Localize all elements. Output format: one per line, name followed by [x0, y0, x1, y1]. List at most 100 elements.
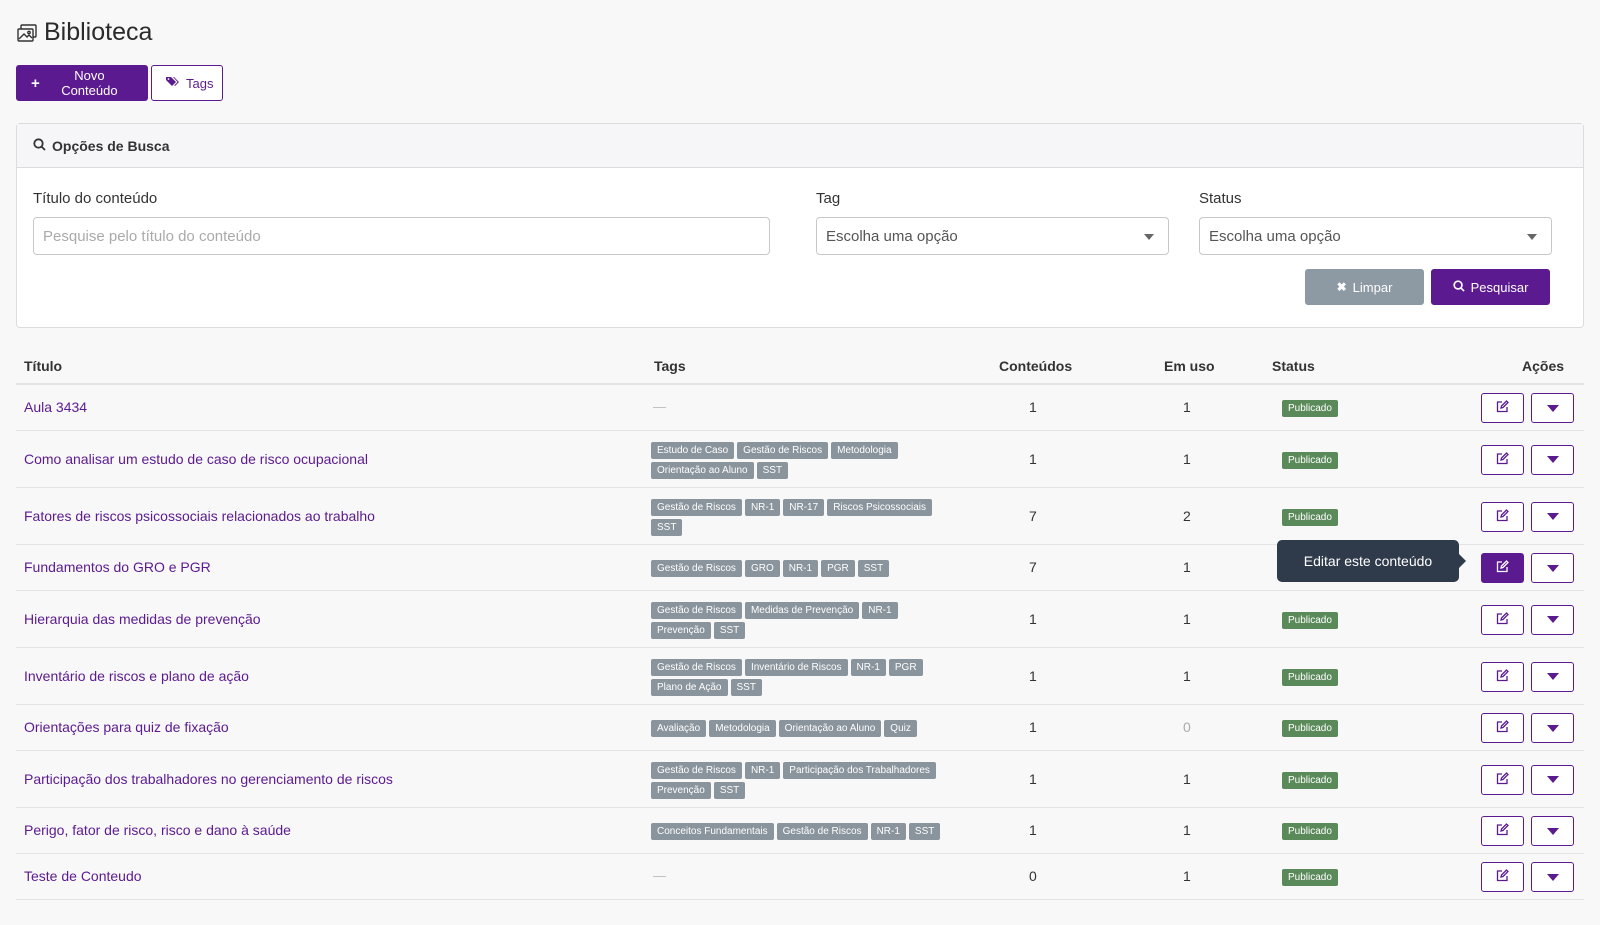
status-badge: Publicado [1282, 451, 1338, 469]
tag-list: Gestão de Riscos GRO NR-1 PGR SST [651, 560, 951, 577]
content-table: Título Tags Conteúdos Em uso Status Açõe… [16, 350, 1584, 900]
tags-button[interactable]: Tags [151, 65, 223, 101]
tag-badge: SST [713, 781, 746, 799]
search-label: Pesquisar [1470, 279, 1529, 295]
tag-badge: SST [713, 621, 746, 639]
contents-count: 1 [1029, 399, 1037, 415]
actions-dropdown-button[interactable] [1531, 661, 1574, 692]
tag-list: Gestão de Riscos Medidas de Prevenção NR-1… [651, 601, 951, 639]
status-select[interactable]: Escolha uma opção [1199, 217, 1552, 255]
tag-badge: Quiz [884, 720, 917, 737]
tag-badge: NR-1 [744, 761, 781, 779]
tooltip-text: Editar este conteúdo [1303, 553, 1433, 569]
table-row: Teste de Conteudo — 0 1 Publicado [16, 854, 1584, 900]
caret-down-icon [1546, 513, 1559, 520]
status-badge: Publicado [1282, 869, 1338, 886]
search-button[interactable]: Pesquisar [1431, 269, 1550, 305]
actions-dropdown-button[interactable] [1531, 393, 1574, 423]
search-panel-title: Opções de Busca [52, 137, 170, 154]
content-title-link[interactable]: Como analisar um estudo de caso de risco… [24, 451, 368, 467]
col-in-use: Em uso [1164, 358, 1215, 374]
tag-badge: Gestão de Riscos [651, 498, 742, 516]
content-title-link[interactable]: Teste de Conteudo [24, 868, 142, 884]
contents-count: 1 [1029, 770, 1037, 787]
edit-icon [1496, 823, 1509, 839]
tag-badge: Plano de Ação [651, 678, 728, 696]
actions-dropdown-button[interactable] [1531, 444, 1574, 475]
tag-select[interactable]: Escolha uma opção [816, 217, 1169, 255]
in-use-count: 1 [1183, 770, 1191, 787]
tag-badge: NR-1 [850, 658, 886, 676]
table-header: Título Tags Conteúdos Em uso Status Açõe… [16, 350, 1584, 385]
actions-dropdown-button[interactable] [1531, 816, 1574, 846]
content-title-link[interactable]: Aula 3434 [24, 399, 87, 415]
actions-dropdown-button[interactable] [1531, 713, 1574, 743]
toolbar: + Novo Conteúdo Tags [16, 65, 223, 101]
actions-dropdown-button[interactable] [1531, 553, 1574, 583]
status-badge: Publicado [1282, 668, 1338, 686]
edit-icon [1496, 400, 1509, 416]
edit-icon [1496, 771, 1509, 788]
edit-button[interactable] [1481, 816, 1524, 846]
edit-button[interactable] [1481, 604, 1524, 635]
table-row: Inventário de riscos e plano de ação Gest… [16, 648, 1584, 705]
edit-icon [1496, 869, 1509, 885]
actions-dropdown-button[interactable] [1531, 604, 1574, 635]
in-use-count: 1 [1183, 667, 1191, 684]
new-content-label: Novo Conteúdo [61, 68, 118, 98]
content-title-link[interactable]: Fatores de riscos psicossociais relacion… [24, 508, 375, 524]
tag-filter-label: Tag [816, 190, 841, 207]
tag-select-value: Escolha uma opção [826, 227, 958, 245]
content-title-link[interactable]: Perigo, fator de risco, risco e dano à s… [24, 822, 291, 838]
tag-badge: PGR [888, 658, 923, 676]
caret-down-icon [1546, 616, 1559, 623]
tag-badge: Gestão de Riscos [776, 823, 868, 840]
table-row: Hierarquia das medidas de prevenção Gestã… [16, 591, 1584, 648]
tag-badge: Estudo de Caso [651, 441, 735, 459]
caret-down-icon [1546, 456, 1559, 463]
caret-down-icon [1546, 673, 1559, 680]
new-content-button[interactable]: + Novo Conteúdo [16, 65, 148, 101]
contents-count: 7 [1029, 507, 1037, 524]
edit-icon [1496, 668, 1509, 685]
contents-count: 1 [1029, 719, 1037, 735]
edit-button[interactable] [1481, 444, 1524, 475]
tag-list: Conceitos Fundamentais Gestão de Riscos NR… [651, 823, 951, 840]
edit-button[interactable] [1481, 862, 1524, 892]
tag-badge: Gestão de Riscos [651, 560, 742, 577]
tag-badge: Gestão de Riscos [651, 601, 742, 619]
tag-badge: Medidas de Prevenção [744, 601, 860, 619]
edit-icon [1496, 611, 1509, 628]
title-search-field[interactable] [33, 217, 770, 255]
edit-button[interactable] [1481, 393, 1524, 423]
content-title-link[interactable]: Inventário de riscos e plano de ação [24, 668, 249, 684]
actions-dropdown-button[interactable] [1531, 501, 1574, 532]
caret-down-icon [1546, 776, 1559, 783]
table-row: Participação dos trabalhadores no gerenc… [16, 751, 1584, 808]
close-icon: ✖ [1336, 280, 1347, 294]
clear-button[interactable]: ✖ Limpar [1305, 269, 1424, 305]
tag-badge: Prevenção [651, 781, 711, 799]
actions-dropdown-button[interactable] [1531, 764, 1574, 795]
content-title-link[interactable]: Fundamentos do GRO e PGR [24, 559, 211, 575]
table-row: Aula 3434 — 1 1 Publicado [16, 385, 1584, 431]
tag-badge: SST [756, 461, 789, 479]
edit-button[interactable] [1481, 713, 1524, 743]
in-use-count: 1 [1183, 450, 1191, 467]
content-title-link[interactable]: Hierarquia das medidas de prevenção [24, 611, 261, 627]
edit-button[interactable] [1481, 553, 1524, 583]
search-panel-header: Opções de Busca [17, 124, 1583, 168]
edit-button[interactable] [1481, 661, 1524, 692]
edit-button[interactable] [1481, 501, 1524, 532]
actions-dropdown-button[interactable] [1531, 862, 1574, 892]
title-search-input[interactable] [43, 227, 760, 245]
edit-icon [1496, 451, 1509, 468]
tag-badge: Gestão de Riscos [651, 761, 742, 779]
col-tags: Tags [654, 358, 686, 374]
edit-button[interactable] [1481, 764, 1524, 795]
status-badge: Publicado [1282, 823, 1338, 840]
tag-badge: SST [651, 518, 683, 536]
content-title-link[interactable]: Orientações para quiz de fixação [24, 719, 229, 735]
tag-badge: GRO [744, 560, 780, 577]
content-title-link[interactable]: Participação dos trabalhadores no gerenc… [24, 771, 393, 787]
